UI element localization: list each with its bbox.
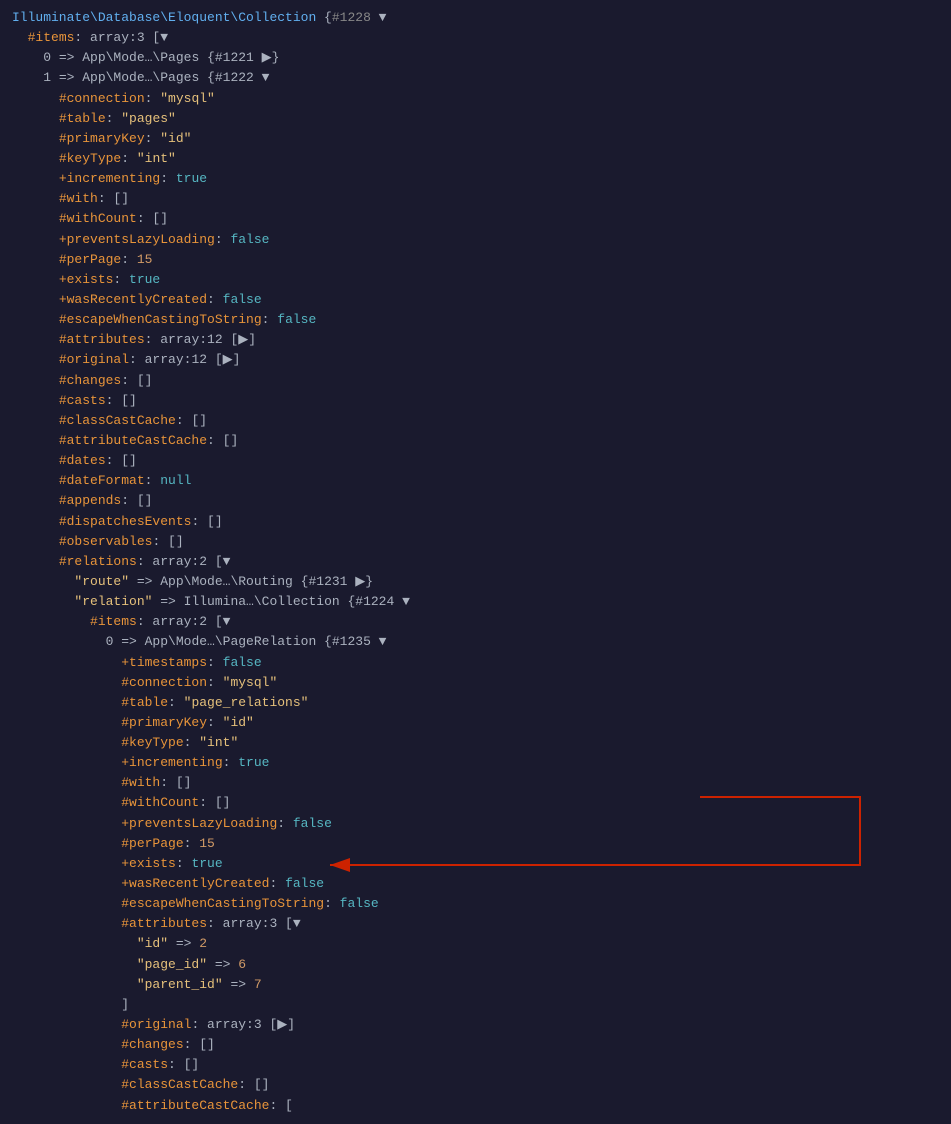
line: #appends: [] [12,491,939,511]
line: #original: array:12 [▶] [12,350,939,370]
line: +preventsLazyLoading: false [12,230,939,250]
line: #table: "page_relations" [12,693,939,713]
line: #perPage: 15 [12,834,939,854]
line: "relation" => Illumina…\Collection {#122… [12,592,939,612]
line: #table: "pages" [12,109,939,129]
line: +timestamps: false [12,653,939,673]
line: #casts: [] [12,391,939,411]
line: #attributes: array:3 [▼ [12,914,939,934]
line: #keyType: "int" [12,149,939,169]
line: "route" => App\Mode…\Routing {#1231 ▶} [12,572,939,592]
line: #withCount: [] [12,793,939,813]
code-output: Illuminate\Database\Eloquent\Collection … [0,0,951,1124]
line: #with: [] [12,773,939,793]
line: #keyType: "int" [12,733,939,753]
line: #observables: [] [12,532,939,552]
line: #primaryKey: "id" [12,129,939,149]
line: #original: array:3 [▶] [12,1015,939,1035]
line: +exists: true [12,270,939,290]
line: #attributeCastCache: [] [12,431,939,451]
line: "parent_id" => 7 [12,975,939,995]
line: 0 => App\Mode…\Pages {#1221 ▶} [12,48,939,68]
line: #attributes: array:12 [▶] [12,330,939,350]
line: #escapeWhenCastingToString: false [12,894,939,914]
line: #changes: [] [12,371,939,391]
line: +preventsLazyLoading: false [12,814,939,834]
line: #classCastCache: [] [12,1075,939,1095]
line: 1 => App\Mode…\Pages {#1222 ▼ [12,68,939,88]
line: #withCount: [] [12,209,939,229]
line: #attributeCastCache: [ [12,1096,939,1116]
line: "page_id" => 6 [12,955,939,975]
line: #connection: "mysql" [12,673,939,693]
line: +incrementing: true [12,169,939,189]
line: Illuminate\Database\Eloquent\Collection … [12,8,939,28]
line: +incrementing: true [12,753,939,773]
line: +wasRecentlyCreated: false [12,874,939,894]
line: #items: array:2 [▼ [12,612,939,632]
line: #dateFormat: null [12,471,939,491]
line: #casts: [] [12,1055,939,1075]
line: #escapeWhenCastingToString: false [12,310,939,330]
line: #changes: [] [12,1035,939,1055]
code-viewer: Illuminate\Database\Eloquent\Collection … [0,0,951,1124]
line: #items: array:3 [▼ [12,28,939,48]
line: #connection: "mysql" [12,89,939,109]
line: #dispatchesEvents: [] [12,512,939,532]
line: #perPage: 15 [12,250,939,270]
line: #classCastCache: [] [12,411,939,431]
line: #with: [] [12,189,939,209]
line: #primaryKey: "id" [12,713,939,733]
line: 0 => App\Mode…\PageRelation {#1235 ▼ [12,632,939,652]
line: +wasRecentlyCreated: false [12,290,939,310]
line: #dates: [] [12,451,939,471]
line: "id" => 2 [12,934,939,954]
line: +exists: true [12,854,939,874]
line: #relations: array:2 [▼ [12,552,939,572]
